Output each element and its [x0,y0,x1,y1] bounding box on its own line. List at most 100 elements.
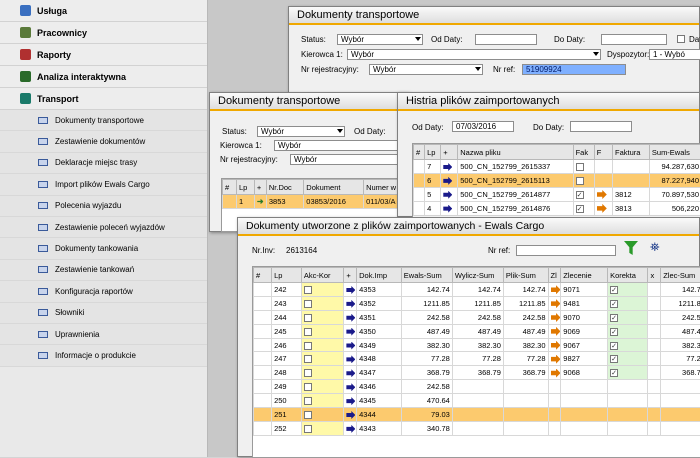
akc-kor-checkbox[interactable] [304,286,312,294]
table-row[interactable]: 2494346242.58 [254,380,700,394]
column-header[interactable]: + [441,145,458,160]
status-select[interactable]: Wybór [337,34,423,45]
import-history-grid[interactable]: #Lp+Nazwa plikuFakFFakturaSum-Ewals 7500… [412,143,700,218]
fak-checkbox[interactable] [576,163,584,171]
window-dokumenty-transportowe-back[interactable]: Dokumenty transportowe Status: Wybór Od … [288,6,700,106]
table-row[interactable]: 24343521211.851211.851211.8594811211.85 [254,296,700,310]
akc-kor-checkbox[interactable] [304,342,312,350]
nr-rej-select[interactable]: Wybór [369,64,483,75]
sidebar-item[interactable]: Dokumenty tankowania [0,238,207,259]
fak-checkbox[interactable] [576,177,584,185]
column-header[interactable]: Zl [548,268,561,283]
sidebar-module[interactable]: Transport [0,88,207,110]
akc-kor-checkbox[interactable] [304,397,312,405]
column-header[interactable]: F [594,145,612,160]
column-header[interactable]: x [648,268,661,283]
column-header[interactable]: + [344,268,357,283]
do-daty-field[interactable] [570,121,632,132]
window-historia-plikow[interactable]: Histria plików zaimportowanych Od Daty: … [397,92,700,217]
sidebar-module[interactable]: Pracownicy [0,22,207,44]
window-dokumenty-ewals-cargo[interactable]: Dokumenty utworzone z plików zaimportowa… [237,217,700,457]
column-header[interactable]: Akc-Kor [301,268,344,283]
sidebar-item[interactable]: Zestawienie dokumentów [0,131,207,152]
column-header[interactable]: # [414,145,425,160]
korekta-checkbox[interactable] [610,355,618,363]
akc-kor-checkbox[interactable] [304,328,312,336]
column-header[interactable]: Dok.Imp [357,268,402,283]
akc-kor-checkbox[interactable] [304,383,312,391]
kierowca-select[interactable]: Wybór [347,49,601,60]
sidebar-item[interactable]: Słowniki [0,303,207,324]
table-row[interactable]: 251434479.03 [254,408,700,422]
column-header[interactable]: Plik-Sum [503,268,548,283]
sidebar-module[interactable]: Raporty [0,44,207,66]
table-row[interactable]: 6500_CN_152799_261511387.227,940 [414,173,700,187]
sidebar-item[interactable]: Uprawnienia [0,324,207,345]
table-row[interactable]: 2464349382.30382.30382.309067382.30 [254,338,700,352]
column-header[interactable]: Wylicz-Sum [452,268,503,283]
korekta-checkbox[interactable] [610,314,618,322]
filter-icon[interactable] [624,241,638,255]
nr-ref-field[interactable]: 51909924 [522,64,626,75]
data-checkbox[interactable] [677,35,685,43]
table-row[interactable]: 2454350487.49487.49487.499069487.49 [254,324,700,338]
window-dokumenty-transportowe-front[interactable]: Dokumenty transportowe Status: Wybór Od … [209,92,409,232]
sidebar-module[interactable]: Usługa [0,0,207,22]
column-header[interactable]: Dokument [304,180,364,195]
do-daty-field[interactable] [601,34,667,45]
column-header[interactable]: Fak [573,145,594,160]
table-row[interactable]: 4500_CN_152799_26148763813506,220 [414,201,700,215]
column-header[interactable]: Nr.Doc [266,180,303,195]
sidebar-item[interactable]: Deklaracje miejsc trasy [0,153,207,174]
korekta-checkbox[interactable] [610,300,618,308]
dyspozytor-select[interactable]: 1 - Wybó [649,49,700,60]
table-row[interactable]: 5500_CN_152799_2614877381270.897,530 [414,187,700,201]
korekta-checkbox[interactable] [610,369,618,377]
table-row[interactable]: 2424353142.74142.74142.749071142.74 [254,283,700,297]
kierowca-select[interactable]: Wybór [274,140,410,151]
table-row[interactable]: 2524343340.78 [254,421,700,435]
column-header[interactable]: Zlec-Sum [661,268,700,283]
table-row[interactable]: 1➜385303853/2016011/03/A [223,195,411,209]
column-header[interactable]: Faktura [612,145,649,160]
column-header[interactable]: # [254,268,272,283]
korekta-checkbox[interactable] [610,328,618,336]
sidebar-item[interactable]: Konfiguracja raportów [0,281,207,302]
column-header[interactable]: + [254,180,266,195]
table-row[interactable]: 247434877.2877.2877.28982777.28 [254,352,700,366]
akc-kor-checkbox[interactable] [304,314,312,322]
table-row[interactable]: 2484347368.79368.79368.799068368.79 [254,366,700,380]
column-header[interactable]: Ewals-Sum [401,268,452,283]
column-header[interactable]: Korekta [608,268,648,283]
od-daty-field[interactable]: 07/03/2016 [452,121,514,132]
akc-kor-checkbox[interactable] [304,411,312,419]
column-header[interactable]: Nazwa pliku [458,145,573,160]
akc-kor-checkbox[interactable] [304,425,312,433]
akc-kor-checkbox[interactable] [304,369,312,377]
column-header[interactable]: Sum-Ewals [649,145,700,160]
table-row[interactable]: 2504345470.64 [254,394,700,408]
table-row[interactable]: 2444351242.58242.58242.589070242.58 [254,310,700,324]
column-header[interactable]: Lp [272,268,302,283]
nr-rej-select[interactable]: Wybór [290,154,410,165]
korekta-checkbox[interactable] [610,286,618,294]
od-daty-field[interactable] [475,34,537,45]
sidebar-item[interactable]: Dokumenty transportowe [0,110,207,131]
column-header[interactable]: # [223,180,237,195]
sidebar-item[interactable]: Zestawienie poleceń wyjazdów [0,217,207,238]
table-row[interactable]: 7500_CN_152799_261533794.287,630 [414,160,700,174]
nr-ref-field[interactable] [516,245,616,256]
akc-kor-checkbox[interactable] [304,300,312,308]
korekta-checkbox[interactable] [610,342,618,350]
fak-checkbox[interactable] [576,205,584,213]
binoculars-icon[interactable]: ⛯ [650,241,664,254]
ewals-documents-grid[interactable]: #LpAkc-Kor+Dok.ImpEwals-SumWylicz-SumPli… [252,266,700,458]
sidebar-item[interactable]: Zestawienie tankowań [0,260,207,281]
sidebar-item[interactable]: Informacje o produkcie [0,345,207,366]
sidebar-module[interactable]: Analiza interaktywna [0,66,207,88]
column-header[interactable]: Lp [237,180,255,195]
sidebar-item[interactable]: Polecenia wyjazdu [0,196,207,217]
fak-checkbox[interactable] [576,191,584,199]
akc-kor-checkbox[interactable] [304,355,312,363]
column-header[interactable]: Zlecenie [561,268,608,283]
